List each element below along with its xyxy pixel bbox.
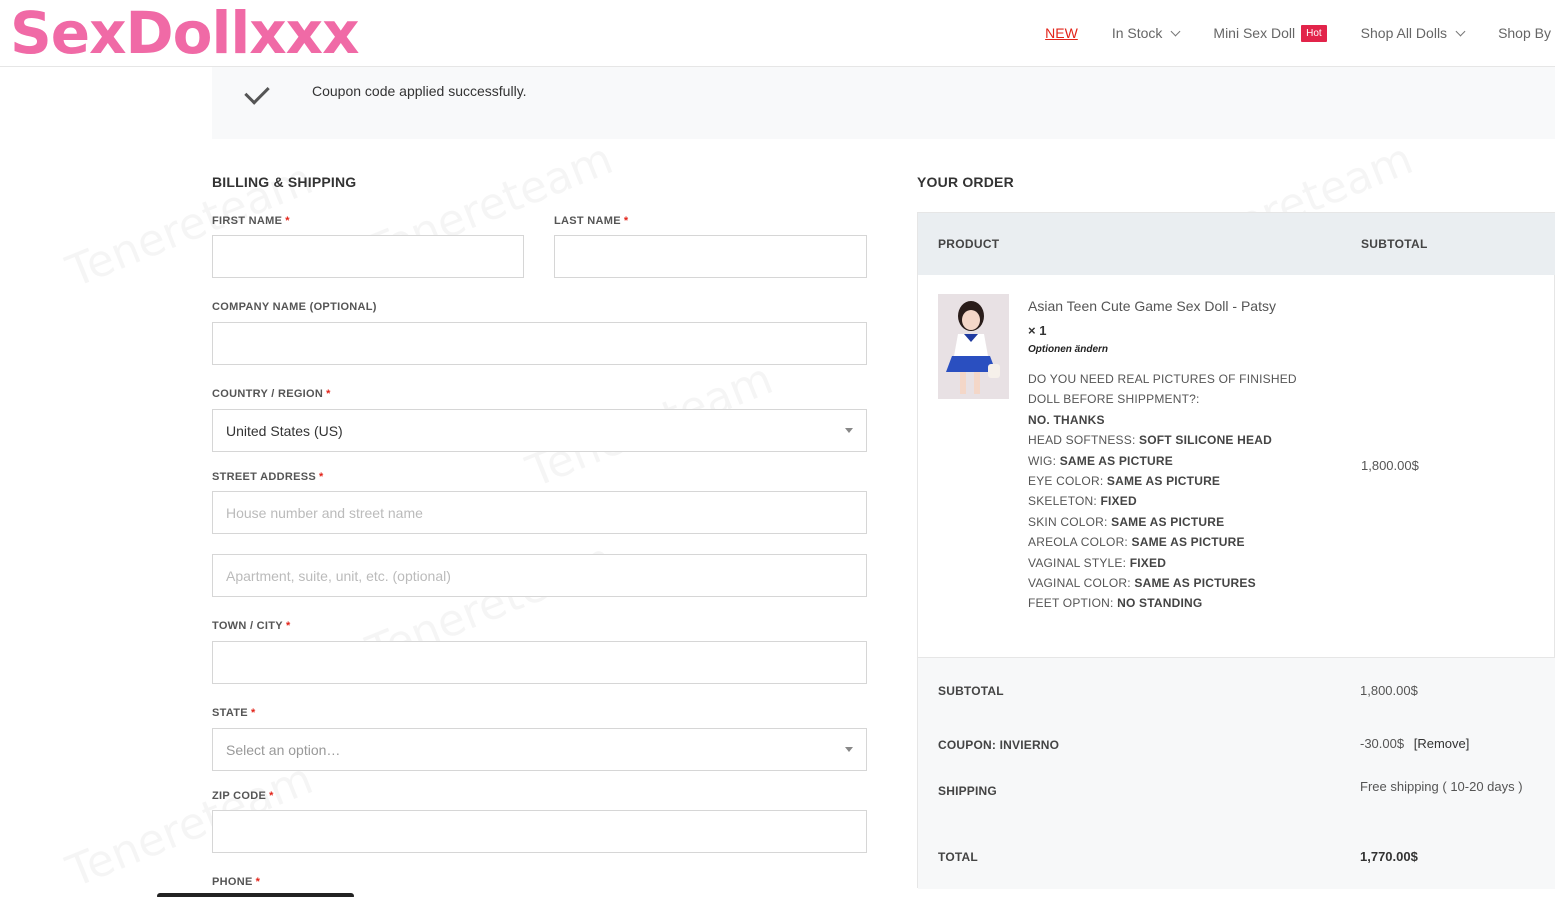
company-label: COMPANY NAME (OPTIONAL) — [212, 301, 377, 313]
attr-head-softness: HEAD SOFTNESS: SOFT SILICONE HEAD — [1028, 433, 1272, 448]
shipping-label: SHIPPING — [938, 784, 997, 798]
site-logo[interactable]: SexDollxxx — [10, 2, 360, 64]
street-placeholder: House number and street name — [226, 504, 423, 521]
total-value: 1,770.00$ — [1360, 849, 1418, 864]
zip-input[interactable] — [212, 810, 867, 853]
first-name-input[interactable] — [212, 235, 524, 278]
country-label: COUNTRY / REGION * — [212, 388, 331, 400]
zip-label: ZIP CODE * — [212, 790, 274, 802]
last-name-input[interactable] — [554, 235, 867, 278]
nav-in-stock-label: In Stock — [1111, 25, 1163, 41]
product-name[interactable]: Asian Teen Cute Game Sex Doll - Patsy — [1028, 298, 1276, 314]
col-product: PRODUCT — [938, 237, 1000, 251]
attr-areola-color: AREOLA COLOR: SAME AS PICTURE — [1028, 535, 1245, 550]
state-select[interactable]: Select an option… — [212, 728, 867, 771]
nav-shop-all-dolls[interactable]: Shop All Dolls — [1360, 25, 1466, 41]
nav-shop-all-label: Shop All Dolls — [1360, 25, 1448, 41]
order-review-table: PRODUCT SUBTOTAL Asian Teen Cute Game Se… — [917, 212, 1555, 889]
nav-mini-label: Mini Sex Doll — [1213, 25, 1296, 41]
remove-coupon-link[interactable]: [Remove] — [1414, 736, 1470, 751]
hot-badge: Hot — [1301, 24, 1327, 42]
attr-feet-option: FEET OPTION: NO STANDING — [1028, 596, 1203, 611]
nav-mini-sex-doll[interactable]: Mini Sex Doll Hot — [1213, 24, 1327, 42]
state-value: Select an option… — [226, 741, 341, 758]
product-thumbnail[interactable] — [938, 294, 1009, 399]
shipping-value: Free shipping ( 10-20 days ) — [1360, 779, 1523, 794]
country-select[interactable]: United States (US) — [212, 409, 867, 452]
change-options-link[interactable]: Optionen ändern — [1028, 344, 1108, 355]
subtotal-label: SUBTOTAL — [938, 684, 1004, 698]
subtotal-value: 1,800.00$ — [1360, 683, 1418, 698]
coupon-value: -30.00$ — [1360, 736, 1405, 751]
main-nav: NEW In Stock Mini Sex Doll Hot Shop All … — [1011, 0, 1555, 66]
coupon-value-row: -30.00$ [Remove] — [1360, 736, 1469, 751]
nav-new[interactable]: NEW — [1045, 25, 1078, 41]
caret-down-icon — [845, 428, 853, 433]
attr-real-pictures: DO YOU NEED REAL PICTURES OF FINISHED DO… — [1028, 372, 1297, 427]
street-input[interactable]: House number and street name — [212, 491, 867, 534]
checkmark-icon — [244, 79, 270, 105]
coupon-label: COUPON: INVIERNO — [938, 738, 1060, 752]
attr-vaginal-style: VAGINAL STYLE: FIXED — [1028, 555, 1167, 570]
product-attributes: DO YOU NEED REAL PICTURES OF FINISHED DO… — [1028, 369, 1328, 614]
product-subtotal: 1,800.00$ — [1361, 458, 1419, 473]
street-label: STREET ADDRESS * — [212, 471, 324, 483]
attr-skeleton: SKELETON: FIXED — [1028, 494, 1137, 509]
notice-text: Coupon code applied successfully. — [312, 83, 527, 99]
nav-shop-by[interactable]: Shop By — [1498, 25, 1551, 41]
city-input[interactable] — [212, 641, 867, 684]
scrollbar-overlay — [157, 893, 354, 897]
product-quantity: × 1 — [1028, 323, 1047, 338]
order-totals: SUBTOTAL 1,800.00$ COUPON: INVIERNO -30.… — [918, 657, 1555, 889]
state-label: STATE * — [212, 707, 256, 719]
col-subtotal: SUBTOTAL — [1361, 237, 1428, 251]
attr-vaginal-color: VAGINAL COLOR: SAME AS PICTURES — [1028, 576, 1256, 591]
attr-eye-color: EYE COLOR: SAME AS PICTURE — [1028, 474, 1221, 489]
order-title: YOUR ORDER — [917, 174, 1014, 190]
site-header: SexDollxxx NEW In Stock Mini Sex Doll Ho… — [0, 0, 1555, 67]
company-input[interactable] — [212, 322, 867, 365]
street2-input[interactable]: Apartment, suite, unit, etc. (optional) — [212, 554, 867, 597]
attr-wig: WIG: SAME AS PICTURE — [1028, 453, 1173, 468]
chevron-down-icon — [1170, 26, 1181, 36]
last-name-label: LAST NAME * — [554, 215, 629, 227]
caret-down-icon — [845, 747, 853, 752]
nav-in-stock[interactable]: In Stock — [1111, 25, 1181, 41]
coupon-success-notice: Coupon code applied successfully. — [212, 67, 1555, 139]
attr-skin-color: SKIN COLOR: SAME AS PICTURE — [1028, 514, 1225, 529]
first-name-label: FIRST NAME * — [212, 215, 290, 227]
country-value: United States (US) — [226, 422, 343, 439]
billing-title: BILLING & SHIPPING — [212, 174, 357, 190]
phone-label: PHONE * — [212, 876, 261, 888]
city-label: TOWN / CITY * — [212, 620, 291, 632]
street2-placeholder: Apartment, suite, unit, etc. (optional) — [226, 567, 451, 584]
chevron-down-icon — [1455, 26, 1466, 36]
total-label: TOTAL — [938, 850, 978, 864]
order-table-header: PRODUCT SUBTOTAL — [918, 213, 1555, 275]
